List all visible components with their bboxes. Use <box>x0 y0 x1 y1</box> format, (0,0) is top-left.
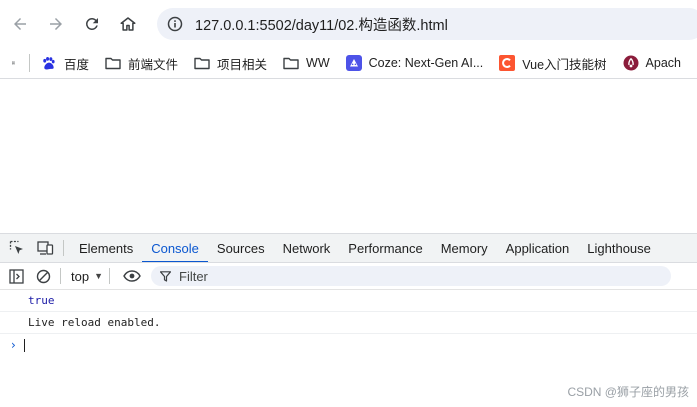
tab-console[interactable]: Console <box>142 235 208 262</box>
console-message: true <box>0 290 697 312</box>
live-expression-button[interactable] <box>121 265 143 287</box>
bookmark-project[interactable]: 项目相关 <box>194 54 267 73</box>
text-caret <box>24 339 25 352</box>
bookmark-ww[interactable]: WW <box>283 55 330 71</box>
home-button[interactable] <box>112 8 144 40</box>
apache-icon <box>623 55 639 71</box>
block-icon <box>36 269 51 284</box>
bookmark-label: Apach <box>646 56 681 70</box>
site-info-icon[interactable] <box>161 10 189 38</box>
tab-performance[interactable]: Performance <box>339 235 431 262</box>
eye-icon <box>123 269 141 283</box>
reload-icon <box>83 15 101 33</box>
tab-network[interactable]: Network <box>274 235 340 262</box>
address-bar[interactable]: 127.0.0.1:5502/day11/02.构造函数.html <box>157 8 697 40</box>
bookmark-label: 百度 <box>64 54 89 73</box>
console-messages: true Live reload enabled. › <box>0 290 697 356</box>
bookmark-label: Coze: Next-Gen AI... <box>369 56 484 70</box>
arrow-left-icon <box>11 15 29 33</box>
console-prompt[interactable]: › <box>0 334 697 356</box>
filter-input[interactable] <box>177 268 581 285</box>
page-viewport <box>0 79 697 233</box>
paw-icon <box>41 55 57 71</box>
url-text[interactable]: 127.0.0.1:5502/day11/02.构造函数.html <box>195 14 448 35</box>
context-value: top <box>71 269 89 284</box>
sidebar-toggle-icon <box>9 269 24 284</box>
folder-icon <box>283 55 299 71</box>
chevron-right-icon: › <box>11 338 16 352</box>
bookmark-label: 前端文件 <box>128 54 178 73</box>
device-toolbar-button[interactable] <box>31 234 59 262</box>
csdn-icon <box>499 55 515 71</box>
filter-funnel-icon <box>160 271 171 282</box>
toolbar-separator <box>63 240 64 256</box>
inspect-icon <box>9 240 25 256</box>
device-mode-icon <box>37 240 54 256</box>
bookmark-baidu[interactable]: 百度 <box>41 54 89 73</box>
bookmark-frontend-files[interactable]: 前端文件 <box>105 54 178 73</box>
triangle-down-icon: ▼ <box>94 271 103 281</box>
arrow-right-icon <box>47 15 65 33</box>
apps-grid-icon[interactable] <box>12 55 15 71</box>
reload-button[interactable] <box>76 8 108 40</box>
browser-toolbar: 127.0.0.1:5502/day11/02.构造函数.html <box>0 0 697 48</box>
coze-icon <box>346 55 362 71</box>
console-toolbar: top ▼ <box>0 263 697 290</box>
forward-button[interactable] <box>40 8 72 40</box>
back-button[interactable] <box>4 8 36 40</box>
bookmark-label: WW <box>306 56 330 70</box>
console-message: Live reload enabled. <box>0 312 697 334</box>
home-icon <box>119 15 137 33</box>
bookmark-vue[interactable]: Vue入门技能树 <box>499 54 606 73</box>
inspect-element-button[interactable] <box>3 234 31 262</box>
bookmark-label: Vue入门技能树 <box>522 54 606 73</box>
clear-console-button[interactable] <box>32 265 54 287</box>
context-selector[interactable]: top ▼ <box>71 269 103 284</box>
bookmark-apache[interactable]: Apach <box>623 55 681 71</box>
bookmark-label: 项目相关 <box>217 54 267 73</box>
toolbar-separator <box>109 268 110 284</box>
tab-sources[interactable]: Sources <box>208 235 274 262</box>
tab-lighthouse[interactable]: Lighthouse <box>578 235 660 262</box>
filter-field[interactable] <box>151 266 671 286</box>
tab-memory[interactable]: Memory <box>432 235 497 262</box>
devtools-tabbar: Elements Console Sources Network Perform… <box>0 234 697 263</box>
tab-application[interactable]: Application <box>497 235 579 262</box>
devtools-panel: Elements Console Sources Network Perform… <box>0 233 697 407</box>
bookmark-coze[interactable]: Coze: Next-Gen AI... <box>346 55 484 71</box>
tab-elements[interactable]: Elements <box>70 235 142 262</box>
toolbar-separator <box>60 268 61 284</box>
bookmarks-bar: 百度 前端文件 项目相关 WW Coze: Next-Gen AI... Vue… <box>0 48 697 79</box>
show-sidebar-button[interactable] <box>5 265 27 287</box>
folder-icon <box>194 55 210 71</box>
watermark: CSDN @狮子座的男孩 <box>567 383 689 400</box>
folder-icon <box>105 55 121 71</box>
